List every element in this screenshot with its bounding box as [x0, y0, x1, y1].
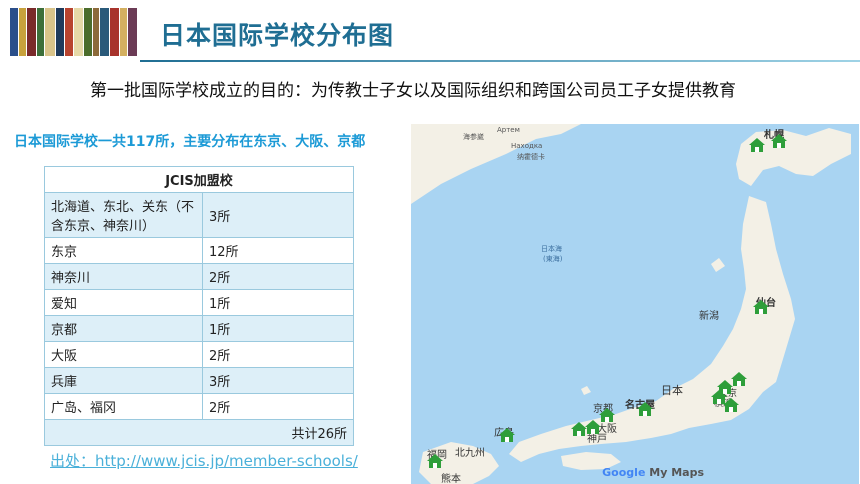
region-cell: 神奈川 — [44, 263, 203, 290]
source-link[interactable]: 出处：http://www.jcis.jp/member-schools/ — [50, 450, 358, 471]
count-cell: 2所 — [202, 393, 354, 420]
jcis-table: JCIS加盟校 北海道、东北、关东（不含东京、神奈川） 3所 东京 12所 神奈… — [44, 166, 354, 446]
school-marker-icon[interactable] — [599, 408, 615, 422]
books-image — [10, 8, 138, 56]
count-cell: 1所 — [202, 289, 354, 316]
label-sea: 日本海 — [541, 245, 562, 253]
region-cell: 爱知 — [44, 289, 203, 316]
table-row: 东京 12所 — [44, 237, 354, 264]
label-nakhodka: Находка — [511, 142, 543, 150]
table-row: 爱知 1所 — [44, 289, 354, 316]
count-cell: 2所 — [202, 341, 354, 368]
brand-google: Google — [602, 466, 646, 479]
label-sea-sub: (東海) — [543, 255, 563, 263]
school-marker-icon[interactable] — [749, 138, 765, 152]
label-kumamoto: 熊本 — [441, 474, 461, 484]
table-row: 广岛、福冈 2所 — [44, 393, 354, 420]
brand-mymaps: My Maps — [649, 466, 704, 479]
title-divider — [140, 60, 860, 62]
school-marker-icon[interactable] — [753, 300, 769, 314]
page-title: 日本国际学校分布图 — [160, 21, 395, 50]
count-cell: 3所 — [202, 192, 354, 238]
region-cell: 大阪 — [44, 341, 203, 368]
school-marker-icon[interactable] — [771, 134, 787, 148]
label-niigata: 新潟 — [699, 311, 719, 322]
count-cell: 1所 — [202, 315, 354, 342]
region-cell: 兵庫 — [44, 367, 203, 394]
label-japan: 日本 — [661, 384, 683, 397]
label-artem: Артем — [497, 126, 520, 134]
label-vladivostok: 海参崴 — [463, 133, 484, 141]
table-total-row: 共计26所 — [44, 419, 354, 446]
school-marker-icon[interactable] — [731, 372, 747, 386]
map-base — [411, 124, 851, 484]
label-nakhodka-cn: 纳霍德卡 — [517, 153, 545, 161]
title-bar: 日本国际学校分布图 — [160, 14, 394, 54]
table-row: 兵庫 3所 — [44, 367, 354, 394]
total-cell: 共计26所 — [44, 419, 354, 446]
table-row: 京都 1所 — [44, 315, 354, 342]
school-marker-icon[interactable] — [571, 422, 587, 436]
school-marker-icon[interactable] — [427, 454, 443, 468]
school-marker-icon[interactable] — [723, 398, 739, 412]
label-kitakyushu: 北九州 — [455, 448, 485, 459]
region-cell: 东京 — [44, 237, 203, 264]
school-marker-icon[interactable] — [585, 420, 601, 434]
table-row: 大阪 2所 — [44, 341, 354, 368]
table-row: 神奈川 2所 — [44, 263, 354, 290]
map-view[interactable]: 札幌 仙台 新潟 日本 名古屋 京都 大阪 神戸 広島 福岡 北九州 熊本 横浜… — [411, 124, 859, 484]
region-cell: 京都 — [44, 315, 203, 342]
region-cell: 广岛、福冈 — [44, 393, 203, 420]
google-mymaps-logo: Google My Maps — [602, 466, 704, 479]
region-cell: 北海道、东北、关东（不含东京、神奈川） — [44, 192, 203, 238]
subtitle: 第一批国际学校成立的目的：为传教士子女以及国际组织和跨国公司员工子女提供教育 — [90, 81, 736, 101]
table-header: JCIS加盟校 — [44, 166, 354, 193]
table-row: 北海道、东北、关东（不含东京、神奈川） 3所 — [44, 192, 354, 238]
count-cell: 3所 — [202, 367, 354, 394]
count-cell: 12所 — [202, 237, 354, 264]
summary-heading: 日本国际学校一共117所，主要分布在东京、大阪、京都 — [14, 134, 366, 150]
school-marker-icon[interactable] — [499, 428, 515, 442]
school-marker-icon[interactable] — [637, 402, 653, 416]
count-cell: 2所 — [202, 263, 354, 290]
